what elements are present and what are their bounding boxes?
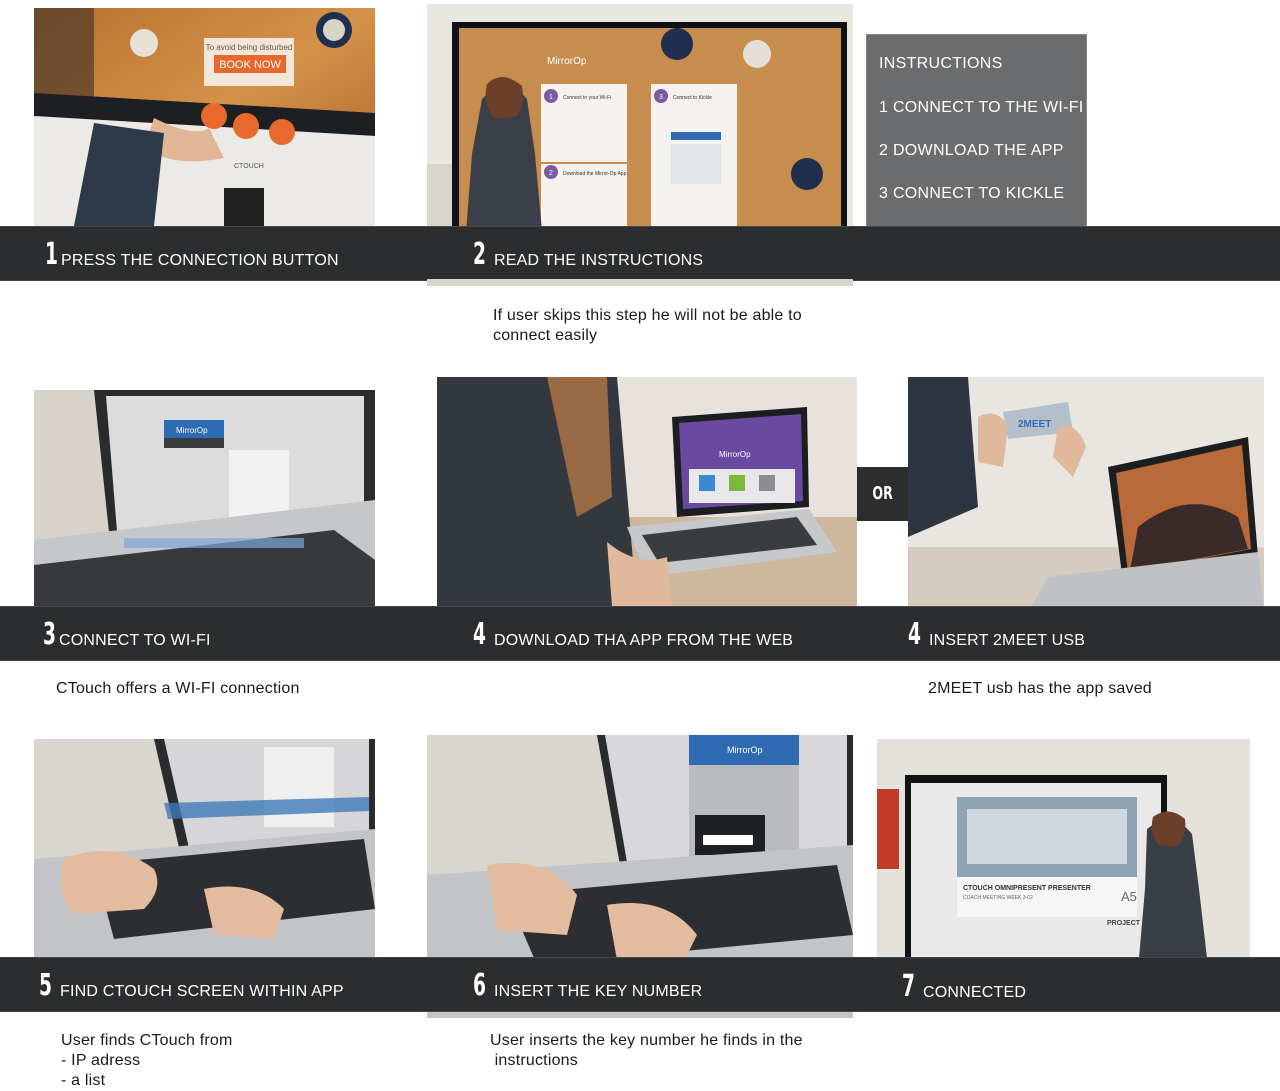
caption-step-3: CTouch offers a WI-FI connection	[56, 680, 300, 697]
photo-insert-usb-svg: 2MEET	[908, 377, 1264, 612]
photo-press-button-svg: To avoid being disturbed BOOK NOW CTOUCH	[34, 8, 375, 226]
instructions-item-kickle: 3 CONNECT TO KICKLE	[879, 185, 1065, 202]
step-5-number: 5	[39, 968, 52, 1003]
photo1-banner-text: To avoid being disturbed	[206, 43, 293, 52]
step-4-usb-number: 4	[908, 617, 921, 652]
photo2-num1: 1	[549, 94, 553, 101]
caption-step-2-line2: connect easily	[493, 327, 598, 344]
step-4-download: 4 DOWNLOAD THA APP FROM THE WEB	[473, 618, 793, 652]
caption-step-5: User finds CTouch from - IP adress - a l…	[61, 1031, 233, 1091]
instructions-title: INSTRUCTIONS	[879, 55, 1003, 72]
step-6-label: INSERT THE KEY NUMBER	[494, 983, 703, 1000]
photo-read-instructions-bottom	[427, 279, 853, 286]
caption-step-6-line1: User inserts the key number he finds in …	[490, 1032, 803, 1049]
caption-step-5-line3: - a list	[61, 1072, 106, 1089]
photo1-brand: CTOUCH	[234, 163, 264, 170]
step-3-label: CONNECT TO WI-FI	[59, 632, 211, 649]
or-divider: OR	[857, 467, 909, 521]
photo8-title: CTOUCH OMNIPRESENT PRESENTER	[963, 885, 1091, 892]
step-2-label: READ THE INSTRUCTIONS	[494, 252, 704, 269]
photo-press-button: To avoid being disturbed BOOK NOW CTOUCH	[34, 8, 375, 226]
step-4-usb-label: INSERT 2MEET USB	[929, 632, 1086, 649]
step-3-number: 3	[43, 617, 56, 652]
photo2-card3: Connect to Kickle	[673, 95, 712, 101]
step-3: 3 CONNECT TO WI-FI	[43, 618, 211, 652]
photo5-usb-label: 2MEET	[1018, 419, 1051, 430]
caption-step-2: If user skips this step he will not be a…	[493, 306, 802, 346]
photo-download-app: MirrorOp	[437, 377, 857, 606]
photo-find-screen	[34, 739, 375, 958]
caption-step-4-usb: 2MEET usb has the app saved	[928, 680, 1152, 697]
photo8-code: A5	[1121, 889, 1137, 904]
photo-find-screen-svg	[34, 739, 375, 958]
photo2-num2: 2	[549, 170, 553, 177]
photo2-card1: Connect to your Wi-Fi	[563, 95, 611, 101]
photo-connected-svg: CTOUCH OMNIPRESENT PRESENTER COACH MEETI…	[877, 739, 1250, 958]
step-1-number: 1	[45, 237, 58, 272]
photo-connected: CTOUCH OMNIPRESENT PRESENTER COACH MEETI…	[877, 739, 1250, 958]
photo8-sub: COACH MEETING WEEK 3-02	[963, 895, 1033, 901]
photo-download-app-svg: MirrorOp	[437, 377, 857, 606]
step-6-number: 6	[473, 968, 486, 1003]
caption-step-5-line1: User finds CTouch from	[61, 1032, 233, 1049]
step-7-label: CONNECTED	[923, 984, 1027, 1001]
step-6: 6 INSERT THE KEY NUMBER	[473, 969, 702, 1003]
caption-step-6-line2: instructions	[490, 1052, 578, 1069]
photo2-num3: 3	[659, 94, 663, 101]
instructions-item-wifi: 1 CONNECT TO THE WI-FI	[879, 99, 1084, 116]
caption-step-5-line2: - IP adress	[61, 1052, 141, 1069]
photo8-project: PROJECT	[1107, 920, 1141, 927]
photo2-brand: MirrorOp	[547, 56, 587, 67]
step-2: 2 READ THE INSTRUCTIONS	[473, 238, 703, 272]
photo7-brand: MirrorOp	[727, 745, 763, 755]
photo-connect-wifi: MirrorOp	[34, 390, 375, 606]
step-4-usb: 4 INSERT 2MEET USB	[908, 618, 1085, 652]
step-1-label: PRESS THE CONNECTION BUTTON	[61, 252, 339, 269]
photo1-book-now: BOOK NOW	[219, 59, 281, 71]
step-1: 1 PRESS THE CONNECTION BUTTON	[45, 238, 339, 272]
caption-step-2-line1: If user skips this step he will not be a…	[493, 307, 802, 324]
photo2-card2: Download the Mirror-Op App	[563, 171, 627, 177]
caption-step-6: User inserts the key number he finds in …	[490, 1031, 803, 1071]
step-7-number: 7	[902, 969, 915, 1004]
photo-connect-wifi-svg: MirrorOp	[34, 390, 375, 606]
photo-insert-usb: 2MEET	[908, 377, 1264, 612]
or-label: OR	[872, 483, 894, 504]
step-5: 5 FIND CTOUCH SCREEN WITHIN APP	[39, 969, 344, 1003]
instructions-item-app: 2 DOWNLOAD THE APP	[879, 142, 1064, 159]
step-5-label: FIND CTOUCH SCREEN WITHIN APP	[60, 983, 344, 1000]
step-4-download-label: DOWNLOAD THA APP FROM THE WEB	[494, 632, 794, 649]
photo4-brand: MirrorOp	[719, 450, 751, 459]
step-7: 7 CONNECTED	[902, 970, 1026, 1004]
instructions-panel: INSTRUCTIONS 1 CONNECT TO THE WI-FI 2 DO…	[866, 34, 1087, 228]
step-4-download-number: 4	[473, 617, 486, 652]
step-2-number: 2	[473, 237, 486, 272]
photo3-brand: MirrorOp	[176, 426, 208, 435]
